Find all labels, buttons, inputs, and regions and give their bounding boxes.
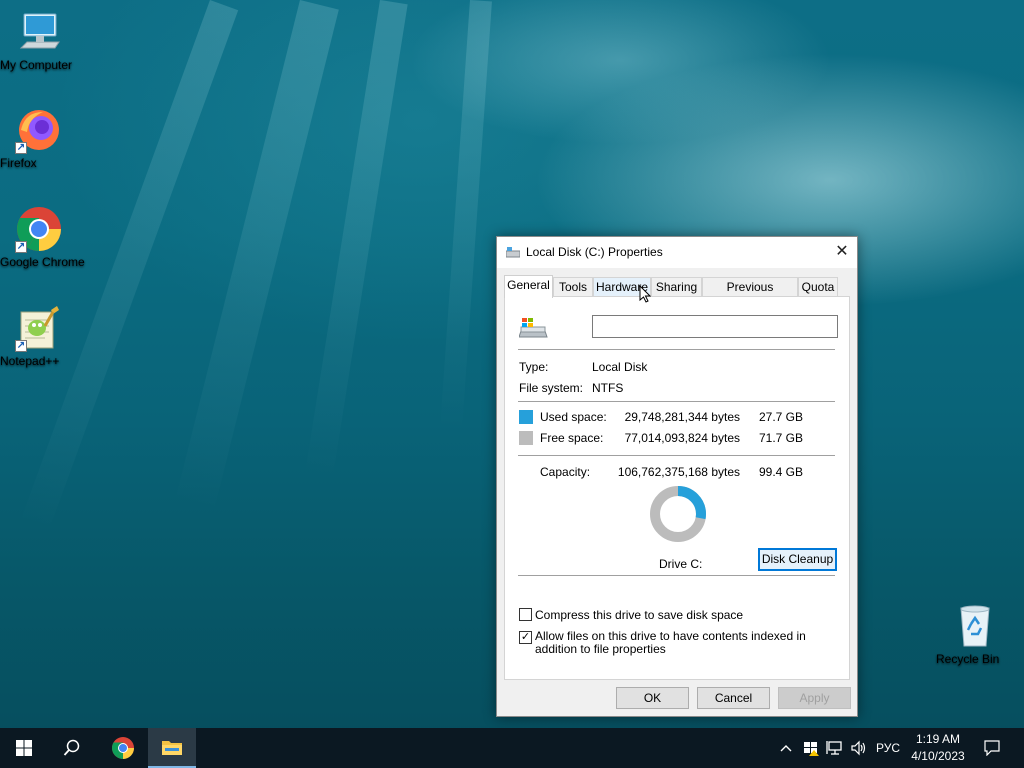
firefox-icon: ↗ (15, 106, 63, 154)
disk-cleanup-button[interactable]: Disk Cleanup (758, 548, 837, 571)
used-space-label: Used space: (540, 410, 607, 424)
volume-tray-button[interactable] (848, 728, 870, 768)
windows-logo-icon (16, 740, 32, 756)
network-icon (826, 741, 842, 755)
chrome-icon (112, 737, 134, 759)
used-space-bytes: 29,748,281,344 bytes (624, 410, 740, 424)
free-space-gb: 71.7 GB (758, 431, 803, 445)
taskbar-file-explorer-button[interactable] (148, 728, 196, 768)
capacity-bytes: 106,762,375,168 bytes (617, 465, 740, 479)
drive-icon (518, 317, 549, 339)
mouse-cursor-icon (639, 285, 651, 303)
disk-usage-donut-chart (650, 486, 706, 542)
chevron-up-icon (780, 745, 792, 752)
input-language-indicator[interactable]: РУС (872, 728, 904, 768)
dialog-titlebar[interactable]: Local Disk (C:) Properties ✕ (497, 237, 857, 268)
tab-sharing[interactable]: Sharing (651, 277, 702, 297)
close-button[interactable]: ✕ (827, 237, 857, 267)
taskbar: РУС 1:19 AM 4/10/2023 (0, 728, 1024, 768)
compress-label[interactable]: Compress this drive to save disk space (535, 608, 743, 622)
free-space-bytes: 77,014,093,824 bytes (624, 431, 740, 445)
notepadpp-icon: ↗ (15, 304, 63, 352)
general-tab-panel: Type: Local Disk File system: NTFS Used … (504, 296, 850, 680)
drive-label: Drive C: (659, 557, 703, 571)
used-space-swatch (519, 410, 533, 424)
notification-icon (984, 740, 1000, 756)
start-button[interactable] (0, 728, 48, 768)
compress-checkbox[interactable] (519, 608, 532, 621)
desktop-icon-label: Recycle Bin (936, 652, 1000, 666)
desktop-icon-firefox[interactable]: ↗ Firefox (0, 106, 78, 170)
file-system-value: NTFS (592, 381, 624, 395)
cancel-button[interactable]: Cancel (697, 687, 770, 709)
desktop-icon-label: My Computer (0, 58, 73, 72)
divider (518, 401, 835, 402)
network-tray-button[interactable] (824, 728, 846, 768)
clock-time: 1:19 AM (915, 732, 961, 746)
desktop-icon-google-chrome[interactable]: ↗ Google Chrome (0, 205, 85, 269)
computer-icon (15, 8, 63, 56)
chrome-icon: ↗ (15, 205, 63, 253)
tab-quota[interactable]: Quota (798, 277, 838, 297)
index-label[interactable]: Allow files on this drive to have conten… (535, 630, 835, 656)
windows-security-icon (804, 742, 819, 756)
desktop-icon-label: Firefox (0, 156, 37, 170)
type-label: Type: (519, 360, 549, 374)
drive-icon (505, 246, 521, 258)
desktop-icon-label: Notepad++ (0, 354, 60, 368)
properties-dialog[interactable]: Local Disk (C:) Properties ✕ General Too… (496, 236, 858, 717)
used-space-gb: 27.7 GB (758, 410, 803, 424)
free-space-swatch (519, 431, 533, 445)
shortcut-arrow-icon: ↗ (15, 340, 27, 352)
index-checkbox[interactable]: ✓ (519, 631, 532, 644)
tab-tools[interactable]: Tools (553, 277, 593, 297)
volume-name-input[interactable] (592, 315, 838, 338)
free-space-label: Free space: (540, 431, 604, 445)
show-hidden-icons-button[interactable] (776, 728, 796, 768)
folder-icon (162, 741, 182, 755)
ok-button[interactable]: OK (616, 687, 689, 709)
divider (518, 349, 835, 350)
light-ray (440, 0, 492, 431)
speaker-icon (851, 740, 866, 756)
file-system-label: File system: (519, 381, 584, 395)
security-tray-button[interactable] (800, 728, 822, 768)
divider (518, 455, 835, 456)
tab-previous-versions[interactable]: Previous Versions (702, 277, 798, 312)
dialog-title: Local Disk (C:) Properties (526, 245, 663, 259)
taskbar-chrome-button[interactable] (99, 728, 147, 768)
search-button[interactable] (48, 728, 96, 768)
divider (518, 575, 835, 576)
tab-general[interactable]: General (504, 275, 553, 298)
clock-date: 4/10/2023 (911, 749, 965, 763)
desktop-icon-notepadpp[interactable]: ↗ Notepad++ (0, 304, 78, 368)
shortcut-arrow-icon: ↗ (15, 241, 27, 253)
action-center-button[interactable] (980, 728, 1004, 768)
desktop-icon-label: Google Chrome (0, 255, 85, 269)
capacity-gb: 99.4 GB (758, 465, 803, 479)
type-value: Local Disk (592, 360, 648, 374)
recycle-bin-icon (951, 602, 999, 650)
clock[interactable]: 1:19 AM 4/10/2023 (906, 731, 970, 765)
search-icon (63, 739, 80, 756)
desktop-icon-recycle-bin[interactable]: Recycle Bin (936, 602, 1014, 666)
capacity-label: Capacity: (540, 465, 591, 479)
apply-button: Apply (778, 687, 851, 709)
desktop-icon-my-computer[interactable]: My Computer (0, 8, 78, 72)
shortcut-arrow-icon: ↗ (15, 142, 27, 154)
